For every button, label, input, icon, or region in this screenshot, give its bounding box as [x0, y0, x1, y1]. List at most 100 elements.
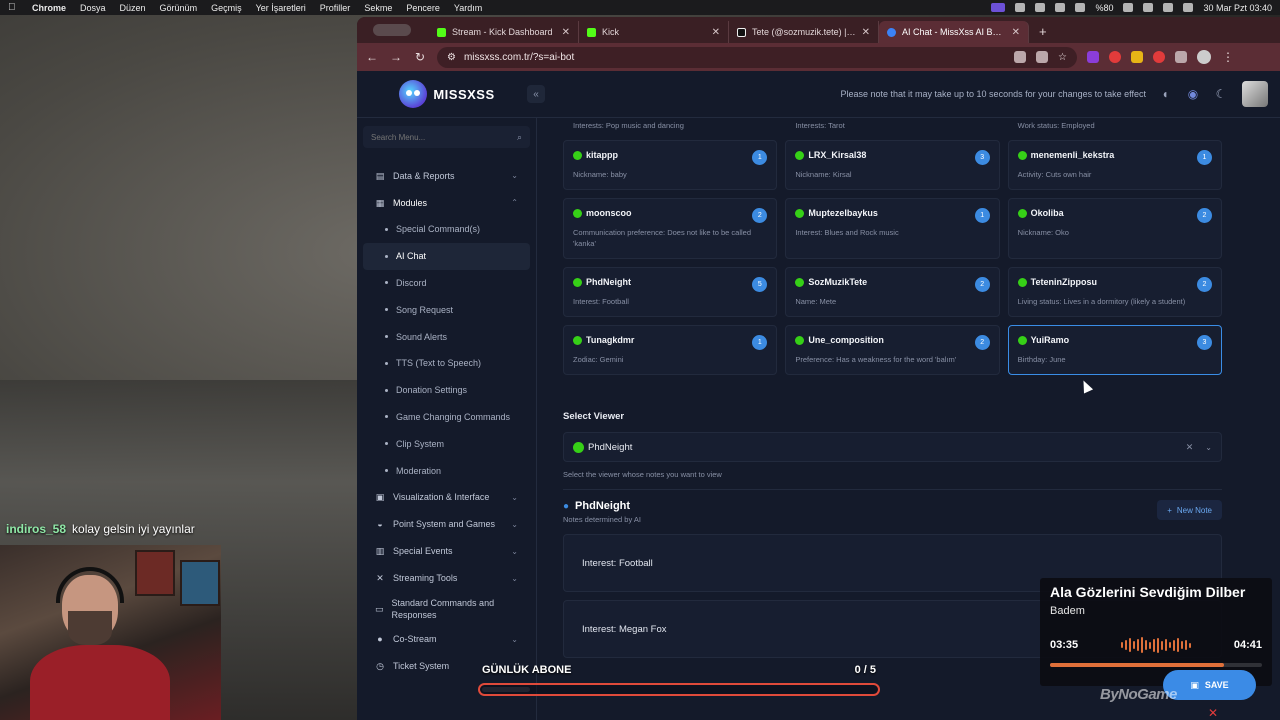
viewer-card[interactable]: TeteninZipposu Living status: Lives in a …	[1007, 267, 1222, 317]
menubar-datetime[interactable]: 30 Mar Pzt 03:40	[1203, 3, 1272, 13]
viewer-card[interactable]: menemenli_kekstra Activity: Cuts own hair…	[1007, 140, 1222, 190]
sidebar-subitem-discord[interactable]: Discord	[363, 270, 530, 297]
viewer-card[interactable]: Okoliba Nickname: Oko 2	[1007, 198, 1222, 259]
headset-icon[interactable]: ◖	[1158, 87, 1172, 101]
address-bar[interactable]: ⚙ missxss.com.tr/?s=ai-bot ☆	[437, 46, 1077, 68]
extensions-puzzle-icon[interactable]	[1175, 51, 1187, 63]
menu-item-file[interactable]: Dosya	[80, 3, 106, 13]
new-tab-icon[interactable]: +	[1039, 24, 1047, 39]
chevron-down-icon[interactable]: ⌄	[1205, 443, 1212, 452]
tab-ai-chat[interactable]: AI Chat - MissXss AI Bot Syst ✕	[879, 21, 1029, 43]
sidebar-subitem-game-changing-commands[interactable]: Game Changing Commands	[363, 404, 530, 431]
close-icon[interactable]: ✕	[712, 27, 720, 38]
waveform-bar	[1177, 638, 1179, 652]
sidebar-item-streaming-tools[interactable]: ✕ Streaming Tools ⌄	[363, 565, 530, 592]
profile-avatar[interactable]	[1197, 50, 1211, 64]
site-info-icon[interactable]: ⚙	[447, 52, 456, 63]
sidebar-subitem-special-commands[interactable]: Special Command(s)	[363, 216, 530, 243]
viewer-select[interactable]: PhdNeight ✕ ⌄	[563, 432, 1222, 462]
viewer-card[interactable]: Tunagkdmr Zodiac: Gemini 1	[563, 325, 778, 375]
clear-icon[interactable]: ✕	[1186, 442, 1194, 453]
more-icon[interactable]: ⋮	[1221, 50, 1235, 64]
sidebar-item-standard-commands[interactable]: ▭ Standard Commands and Responses	[363, 592, 530, 626]
search-input[interactable]	[371, 132, 517, 142]
menu-item-bookmarks[interactable]: Yer İşaretleri	[256, 3, 306, 13]
wifi-icon[interactable]	[1143, 3, 1154, 12]
menu-item-history[interactable]: Geçmiş	[211, 3, 242, 13]
viewer-card[interactable]: Une_composition Preference: Has a weaknes…	[785, 325, 1000, 375]
note-text: Interest: Football	[582, 557, 653, 569]
screen-share-icon[interactable]	[991, 3, 1006, 12]
sidebar-item-co-stream[interactable]: ● Co-Stream ⌄	[363, 626, 530, 653]
sidebar-item-point-system[interactable]: ◒ Point System and Games ⌄	[363, 511, 530, 538]
battery-icon[interactable]	[1123, 3, 1134, 12]
extension-icon[interactable]	[1131, 51, 1143, 63]
sidebar-subitem-moderation[interactable]: Moderation	[363, 457, 530, 484]
spotlight-icon[interactable]	[1163, 3, 1174, 12]
reload-icon[interactable]: ↻	[413, 50, 427, 64]
close-icon[interactable]: ✕	[1012, 27, 1020, 38]
sidebar-item-visualization[interactable]: ▣ Visualization & Interface ⌄	[363, 484, 530, 511]
play-icon[interactable]	[1055, 3, 1066, 12]
extension-icon[interactable]	[1087, 51, 1099, 63]
viewer-card[interactable]: Muptezelbaykus Interest: Blues and Rock m…	[785, 198, 1000, 259]
extension-icon[interactable]	[1153, 51, 1165, 63]
close-icon[interactable]: ✕	[562, 27, 570, 38]
window-controls[interactable]	[373, 24, 411, 36]
sidebar-item-modules[interactable]: ▦ Modules ⌃	[363, 189, 530, 216]
tab-kick[interactable]: Kick ✕	[579, 21, 729, 43]
stream-chat-message: indiros_58 kolay gelsin iyi yayınlar	[6, 522, 195, 536]
viewer-card[interactable]: kitappp Nickname: baby 1	[563, 140, 778, 190]
sidebar-item-data-reports[interactable]: ▤ Data & Reports ⌄	[363, 162, 530, 189]
viewer-card[interactable]: SozMuzikTete Name: Mete 2	[785, 267, 1000, 317]
select-viewer-label: Select Viewer	[563, 411, 625, 422]
menu-item-profiles[interactable]: Profiller	[320, 3, 351, 13]
tab-tiktok[interactable]: Tete (@sozmuzik.tete) | TikTo ✕	[729, 21, 879, 43]
cast-icon[interactable]	[1014, 51, 1027, 63]
sidebar-subitem-label: Donation Settings	[396, 385, 468, 396]
viewer-card[interactable]: YuiRamo Birthday: June 3	[1007, 325, 1222, 375]
collapse-sidebar-icon[interactable]: «	[527, 85, 545, 103]
viewer-card[interactable]: moonscoo Communication preference: Does n…	[563, 198, 778, 259]
sidebar-subitem-clip-system[interactable]: Clip System	[363, 430, 530, 457]
record-icon[interactable]	[1035, 3, 1046, 12]
bullet-icon	[385, 227, 388, 231]
sidebar-subitem-label: Game Changing Commands	[396, 411, 511, 422]
menu-app-name[interactable]: Chrome	[32, 3, 66, 13]
sidebar-subitem-song-request[interactable]: Song Request	[363, 296, 530, 323]
menu-item-window[interactable]: Pencere	[406, 3, 440, 13]
wall-poster	[135, 550, 175, 596]
apple-icon[interactable]: 	[8, 2, 18, 13]
tray-app-icon[interactable]	[1015, 3, 1026, 12]
close-icon[interactable]: ✕	[862, 27, 870, 38]
waveform-icon	[1086, 637, 1226, 653]
key-icon[interactable]	[1036, 51, 1049, 63]
discord-icon[interactable]: ◉	[1186, 87, 1200, 101]
sidebar-subitem-ai-chat[interactable]: AI Chat	[363, 242, 530, 270]
viewer-name-text: menemenli_kekstra	[1030, 150, 1115, 160]
close-icon[interactable]: ✕	[1208, 706, 1218, 720]
extension-icon[interactable]	[1109, 51, 1121, 63]
search-icon[interactable]: ⌕	[517, 132, 522, 143]
viewer-card[interactable]: LRX_Kirsal38 Nickname: Kirsal 3	[785, 140, 1000, 190]
logo[interactable]: MISSXSS	[357, 80, 537, 108]
bluetooth-icon[interactable]	[1075, 3, 1086, 12]
moon-icon[interactable]: ☾	[1214, 87, 1228, 101]
row-gap	[563, 317, 1222, 325]
menu-item-tab[interactable]: Sekme	[364, 3, 392, 13]
sidebar-subitem-tts[interactable]: TTS (Text to Speech)	[363, 350, 530, 377]
sidebar-item-special-events[interactable]: ▥ Special Events ⌄	[363, 538, 530, 565]
new-note-button[interactable]: + New Note	[1157, 500, 1222, 520]
menu-item-edit[interactable]: Düzen	[120, 3, 146, 13]
back-icon[interactable]: ←	[365, 50, 379, 64]
sidebar-subitem-sound-alerts[interactable]: Sound Alerts	[363, 323, 530, 350]
sidebar-subitem-donation-settings[interactable]: Donation Settings	[363, 377, 530, 404]
forward-icon[interactable]: →	[389, 50, 403, 64]
control-center-icon[interactable]	[1183, 3, 1194, 12]
viewer-card[interactable]: PhdNeight Interest: Football 5	[563, 267, 778, 317]
star-icon[interactable]: ☆	[1058, 52, 1067, 63]
menu-item-view[interactable]: Görünüm	[160, 3, 198, 13]
tab-kick-dashboard[interactable]: Stream - Kick Dashboard ✕	[429, 21, 579, 43]
menu-item-help[interactable]: Yardım	[454, 3, 482, 13]
avatar[interactable]	[1242, 81, 1268, 107]
